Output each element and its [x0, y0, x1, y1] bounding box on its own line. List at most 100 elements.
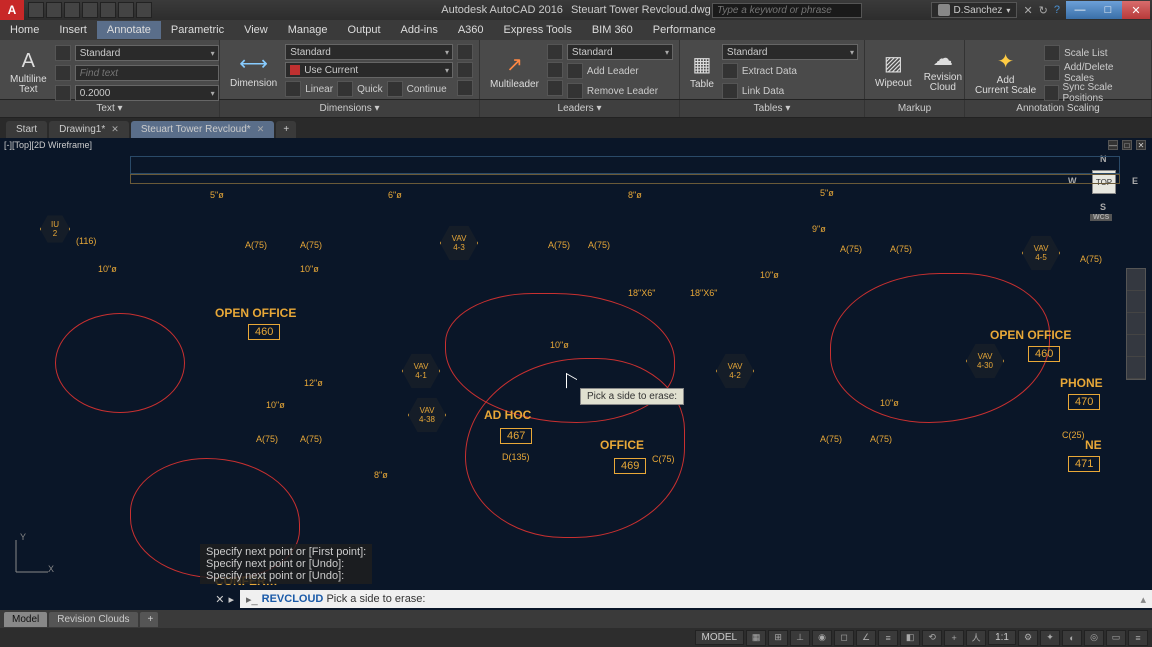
tab-a360[interactable]: A360: [448, 21, 494, 39]
annovis-icon[interactable]: ✦: [1040, 630, 1060, 646]
wipeout-button[interactable]: ▨Wipeout: [871, 42, 916, 97]
dim-tool1-icon[interactable]: [457, 44, 473, 60]
tab-performance[interactable]: Performance: [643, 21, 726, 39]
qat-saveas-icon[interactable]: [82, 2, 98, 18]
dim-usecurrent-combo[interactable]: Use Current: [285, 62, 453, 78]
extract-icon: [722, 63, 738, 79]
sync-icon[interactable]: ↻: [1039, 4, 1048, 17]
otrack-icon[interactable]: ∠: [856, 630, 876, 646]
command-grip[interactable]: ✕ ▸: [0, 588, 240, 610]
doc-title: Steuart Tower Revcloud.dwg: [571, 4, 711, 16]
leader-style-combo[interactable]: Standard: [567, 44, 673, 60]
qat-open-icon[interactable]: [46, 2, 62, 18]
layout-tab-add[interactable]: +: [140, 612, 158, 627]
multiline-text-button[interactable]: A Multiline Text: [6, 42, 51, 102]
annoscale-icon[interactable]: 人: [966, 630, 986, 646]
room-label: OPEN OFFICE: [215, 306, 296, 320]
help-search-input[interactable]: [712, 3, 862, 18]
tab-insert[interactable]: Insert: [49, 21, 97, 39]
transparency-icon[interactable]: ◧: [900, 630, 920, 646]
revcloud-button[interactable]: ☁Revision Cloud: [920, 42, 966, 97]
tab-parametric[interactable]: Parametric: [161, 21, 234, 39]
text-style-combo[interactable]: Standard: [75, 45, 219, 61]
qat-save-icon[interactable]: [64, 2, 80, 18]
drawing-area[interactable]: [-][Top][2D Wireframe] — □ ✕ TOP N E S W…: [0, 138, 1152, 610]
close-icon[interactable]: ✕: [111, 124, 119, 135]
multileader-button[interactable]: ↗ Multileader: [486, 42, 543, 100]
table-style-combo[interactable]: Standard: [722, 44, 858, 60]
layout-tab-revclouds[interactable]: Revision Clouds: [49, 612, 137, 627]
lineweight-icon[interactable]: ≡: [878, 630, 898, 646]
quick-icon[interactable]: [337, 81, 353, 97]
maximize-button[interactable]: □: [1094, 1, 1122, 19]
hardware-icon[interactable]: ◐: [1062, 630, 1082, 646]
qat-plot-icon[interactable]: [100, 2, 116, 18]
close-button[interactable]: ✕: [1122, 1, 1150, 19]
isolate-icon[interactable]: ◎: [1084, 630, 1104, 646]
app-logo[interactable]: A: [0, 0, 24, 20]
tab-bim360[interactable]: BIM 360: [582, 21, 643, 39]
app-title: Autodesk AutoCAD 2016: [441, 4, 563, 16]
qat-redo-icon[interactable]: [136, 2, 152, 18]
find-text-input[interactable]: [75, 65, 219, 81]
quick-access-toolbar: [24, 2, 156, 18]
customize-icon[interactable]: ≡: [1128, 630, 1148, 646]
cleanscreen-icon[interactable]: ▭: [1106, 630, 1126, 646]
tab-home[interactable]: Home: [0, 21, 49, 39]
cycling-icon[interactable]: ⟲: [922, 630, 942, 646]
snap-icon[interactable]: ⊞: [768, 630, 788, 646]
user-account[interactable]: D.Sanchez ▾: [931, 2, 1018, 18]
add-scale-button[interactable]: ✦Add Current Scale: [971, 42, 1040, 102]
help-icon[interactable]: ?: [1054, 4, 1060, 16]
text-height-combo[interactable]: 0.2000: [75, 85, 219, 101]
grid-icon[interactable]: ▦: [746, 630, 766, 646]
status-model[interactable]: MODEL: [695, 630, 745, 645]
filetab-new[interactable]: +: [276, 121, 296, 138]
tab-addins[interactable]: Add-ins: [391, 21, 448, 39]
tab-annotate[interactable]: Annotate: [97, 21, 161, 39]
cmd-close-icon[interactable]: ✕: [215, 593, 224, 606]
status-scale[interactable]: 1:1: [988, 630, 1016, 645]
dim-tool3-icon[interactable]: [457, 80, 473, 96]
panel-tables: ▦ Table Standard Extract Data Link Data: [680, 40, 865, 99]
ortho-icon[interactable]: ⊥: [790, 630, 810, 646]
close-icon[interactable]: ✕: [257, 124, 265, 135]
tab-output[interactable]: Output: [338, 21, 391, 39]
filetab-steuart[interactable]: Steuart Tower Revcloud*✕: [131, 121, 274, 138]
tab-manage[interactable]: Manage: [278, 21, 338, 39]
dim-style-combo[interactable]: Standard: [285, 44, 453, 60]
continue-icon[interactable]: [387, 81, 403, 97]
qat-undo-icon[interactable]: [118, 2, 134, 18]
panel-title-dim[interactable]: Dimensions ▾: [220, 100, 480, 117]
filetab-drawing1[interactable]: Drawing1*✕: [49, 121, 129, 138]
qat-new-icon[interactable]: [28, 2, 44, 18]
command-input[interactable]: ▸_ REVCLOUD Pick a side to erase: ▴: [240, 590, 1152, 608]
panel-title-text[interactable]: Text ▾: [0, 100, 220, 117]
annomon-icon[interactable]: +: [944, 630, 964, 646]
panel-text: A Multiline Text Standard 0.2000: [0, 40, 220, 99]
polar-icon[interactable]: ◉: [812, 630, 832, 646]
dimension-button[interactable]: ⟷ Dimension: [226, 42, 281, 98]
vav-tag: VAV 4-1: [402, 352, 440, 390]
vav-tag: VAV 4-3: [440, 224, 478, 262]
dim-tool2-icon[interactable]: [457, 62, 473, 78]
vav-tag: VAV 4-2: [716, 352, 754, 390]
panel-title-table[interactable]: Tables ▾: [680, 100, 865, 117]
filetab-start[interactable]: Start: [6, 121, 47, 138]
linear-icon[interactable]: [285, 81, 301, 97]
exchange-icon[interactable]: ✕: [1023, 4, 1032, 17]
panel-title-leader[interactable]: Leaders ▾: [480, 100, 680, 117]
minimize-button[interactable]: —: [1066, 1, 1094, 19]
layout-tab-model[interactable]: Model: [4, 612, 47, 627]
scalelist-icon: [1044, 45, 1060, 61]
workspace-icon[interactable]: ⚙: [1018, 630, 1038, 646]
table-button[interactable]: ▦ Table: [686, 42, 718, 100]
cmd-options-icon[interactable]: ▸: [228, 593, 234, 606]
leader-tool3-icon[interactable]: [547, 80, 563, 96]
command-history: Specify next point or [First point]: Spe…: [200, 544, 372, 584]
leader-tool1-icon[interactable]: [547, 44, 563, 60]
tab-view[interactable]: View: [234, 21, 278, 39]
osnap-icon[interactable]: ◻: [834, 630, 854, 646]
tab-express[interactable]: Express Tools: [494, 21, 582, 39]
leader-tool2-icon[interactable]: [547, 62, 563, 78]
